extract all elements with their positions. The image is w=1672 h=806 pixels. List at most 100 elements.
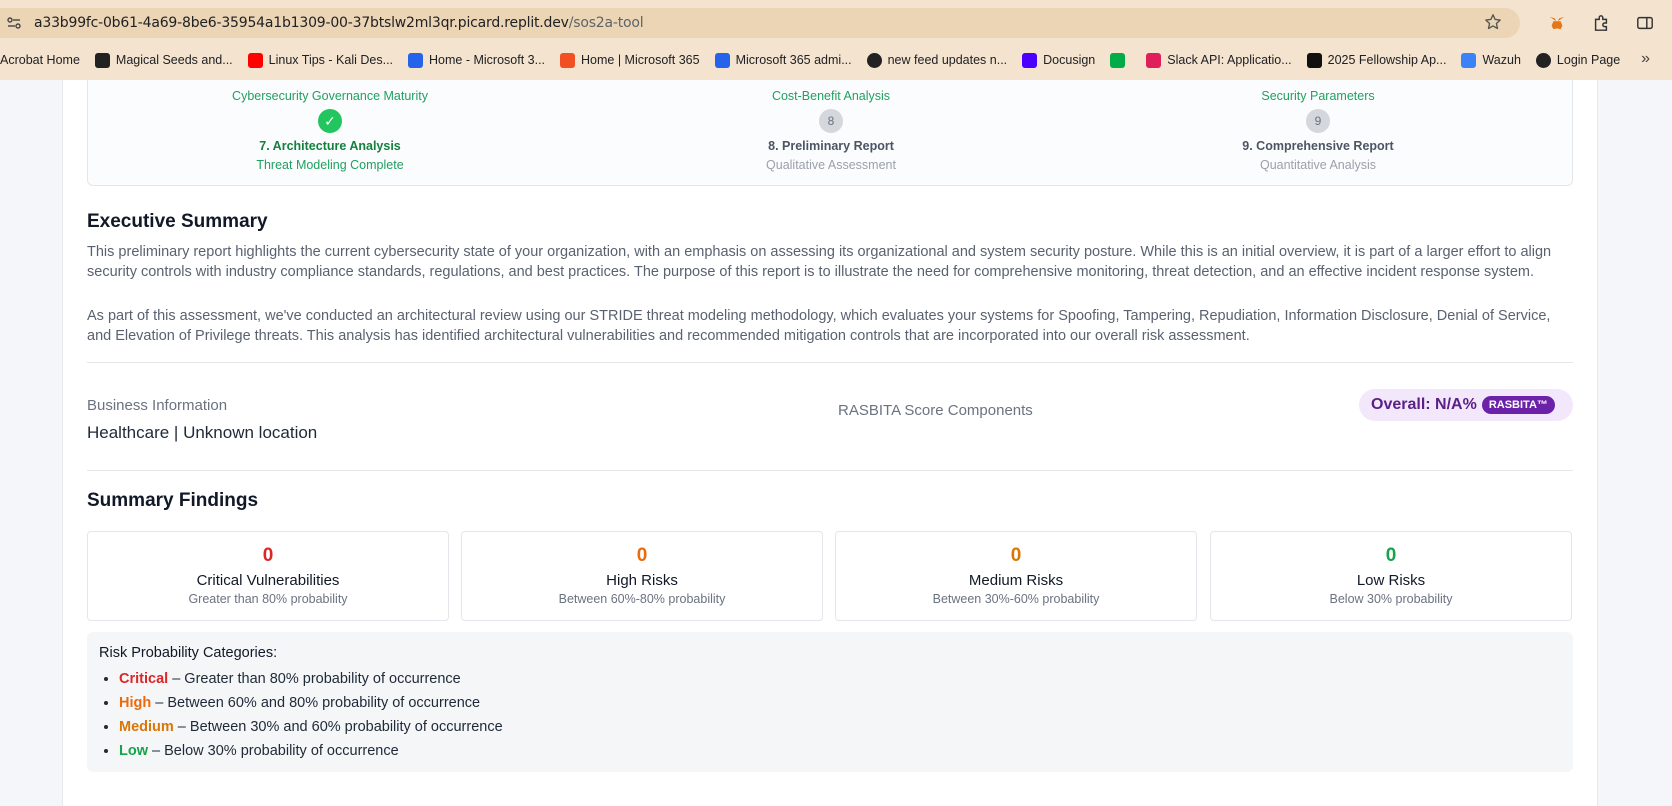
critical-vulnerabilities-card: 0 Critical Vulnerabilities Greater than … (87, 531, 449, 621)
bookmark-item[interactable]: Docusign (1022, 52, 1096, 68)
bookmark-star-icon[interactable] (1484, 13, 1504, 33)
step-subtitle: Quantitative Analysis (1259, 158, 1377, 172)
extensions-icon[interactable] (1590, 12, 1612, 34)
step-title: 7. Architecture Analysis (259, 139, 401, 153)
bookmark-item[interactable]: Wazuh (1461, 52, 1521, 68)
card-subtitle: Between 30%-60% probability (932, 592, 1100, 606)
youtube-icon (247, 52, 263, 68)
bookmark-item[interactable]: Microsoft 365 admi... (714, 52, 852, 68)
card-title: Critical Vulnerabilities (196, 572, 340, 589)
overall-score-pill: Overall: N/A% RASBITA™ (1359, 389, 1573, 421)
step-title: 9. Comprehensive Report (1242, 139, 1394, 153)
list-item: Critical – Greater than 80% probability … (119, 667, 1561, 691)
progress-stepper: Cybersecurity Governance Maturity Cost-B… (87, 80, 1573, 186)
bookmark-item[interactable]: 2025 Fellowship Ap... (1306, 52, 1447, 68)
low-risks-card: 0 Low Risks Below 30% probability (1210, 531, 1572, 621)
bookmark-label: Magical Seeds and... (115, 53, 233, 67)
url-path: /sos2a-tool (568, 15, 644, 31)
url-text[interactable]: a33b99fc-0b61-4a69-8be6-35954a1b1309-00-… (34, 15, 644, 31)
step-9[interactable]: 9 9. Comprehensive Report Quantitative A… (1118, 109, 1518, 172)
high-risks-card: 0 High Risks Between 60%-80% probability (461, 531, 823, 621)
executive-summary-paragraph-1: This preliminary report highlights the c… (87, 244, 1552, 280)
divider (87, 470, 1573, 471)
step-number: 9 (1306, 109, 1330, 133)
step-subtitle: Threat Modeling Complete (256, 158, 404, 172)
card-subtitle: Greater than 80% probability (188, 592, 348, 606)
metamask-extension-icon[interactable] (1546, 12, 1568, 34)
bookmark-label: Microsoft 365 admi... (735, 53, 852, 67)
list-item: High – Between 60% and 80% probability o… (119, 691, 1561, 715)
bookmark-item[interactable]: Acrobat Home (0, 53, 80, 67)
globe-icon (866, 52, 882, 68)
page-content: Cybersecurity Governance Maturity Cost-B… (0, 80, 1672, 806)
level-description: – Between 30% and 60% probability of occ… (173, 719, 503, 735)
wazuh-icon (1461, 52, 1477, 68)
bookmark-item[interactable]: Login Page (1535, 52, 1621, 68)
microsoft-icon (408, 52, 424, 68)
more-bookmarks-icon[interactable]: » (1641, 50, 1650, 68)
overall-score: Overall: N/A% (1371, 396, 1477, 413)
risk-probability-categories: Risk Probability Categories: Critical – … (87, 632, 1573, 772)
address-bar[interactable]: a33b99fc-0b61-4a69-8be6-35954a1b1309-00-… (0, 8, 1520, 38)
bookmark-item[interactable]: Home - Microsoft 3... (408, 52, 546, 68)
step-7[interactable]: ✓ 7. Architecture Analysis Threat Modeli… (130, 109, 530, 172)
step-8[interactable]: 8 8. Preliminary Report Qualitative Asse… (631, 109, 1031, 172)
executive-summary-heading: Executive Summary (87, 211, 268, 232)
bookmark-item[interactable]: new feed updates n... (866, 52, 1007, 68)
site-settings-icon[interactable] (2, 11, 26, 35)
level-description: – Between 60% and 80% probability of occ… (151, 695, 481, 711)
bookmark-label: Slack API: Applicatio... (1167, 53, 1292, 67)
medium-risks-card: 0 Medium Risks Between 30%-60% probabili… (835, 531, 1197, 621)
high-count: 0 (636, 545, 648, 566)
bookmark-item[interactable]: Home | Microsoft 365 (560, 52, 700, 68)
browser-chrome: a33b99fc-0b61-4a69-8be6-35954a1b1309-00-… (0, 0, 1672, 80)
bookmark-item[interactable]: Slack API: Applicatio... (1146, 52, 1292, 68)
level-low: Low (119, 743, 148, 759)
categories-title: Risk Probability Categories: (99, 645, 278, 661)
step-top-label-1: Cybersecurity Governance Maturity (232, 89, 428, 103)
report-card: Cybersecurity Governance Maturity Cost-B… (62, 80, 1598, 806)
bookmark-item[interactable]: Magical Seeds and... (94, 52, 233, 68)
summary-findings-heading: Summary Findings (87, 490, 259, 511)
card-subtitle: Between 60%-80% probability (558, 592, 726, 606)
level-critical: Critical (119, 671, 169, 687)
step-title: 8. Preliminary Report (768, 139, 894, 153)
bookmark-label: Linux Tips - Kali Des... (268, 53, 394, 67)
check-icon: ✓ (318, 109, 342, 133)
bookmark-label: Home | Microsoft 365 (581, 53, 700, 67)
bookmark-label: Wazuh (1482, 53, 1521, 67)
list-item: Low – Below 30% probability of occurrenc… (119, 739, 1561, 763)
card-title: High Risks (606, 572, 678, 589)
medium-count: 0 (1010, 545, 1022, 566)
microsoft365-icon (560, 52, 576, 68)
bookmark-label: 2025 Fellowship Ap... (1327, 53, 1447, 67)
meet-icon (1110, 52, 1126, 68)
bookmark-label: Login Page (1556, 53, 1621, 67)
fellowship-icon (1306, 52, 1322, 68)
rasbita-score-components-label: RASBITA Score Components (838, 402, 1033, 419)
level-description: – Below 30% probability of occurrence (148, 743, 399, 759)
divider (87, 362, 1573, 363)
bookmark-item[interactable] (1110, 52, 1131, 68)
business-information-value: Healthcare | Unknown location (87, 423, 318, 442)
bookmark-label: Home - Microsoft 3... (429, 53, 546, 67)
level-description: – Greater than 80% probability of occurr… (168, 671, 461, 687)
step-top-label-2: Cost-Benefit Analysis (771, 89, 891, 103)
seeds-icon (94, 52, 110, 68)
bookmarks-bar: Acrobat Home Magical Seeds and... Linux Ti… (0, 48, 1672, 72)
bookmark-label: Docusign (1043, 53, 1096, 67)
step-subtitle: Qualitative Assessment (766, 158, 896, 172)
card-subtitle: Below 30% probability (1329, 592, 1453, 606)
side-panel-icon[interactable] (1634, 12, 1656, 34)
docusign-icon (1022, 52, 1038, 68)
list-item: Medium – Between 30% and 60% probability… (119, 715, 1561, 739)
admin-icon (714, 52, 730, 68)
card-title: Medium Risks (968, 572, 1064, 589)
url-host: a33b99fc-0b61-4a69-8be6-35954a1b1309-00-… (34, 15, 569, 31)
executive-summary-paragraph-2: As part of this assessment, we've conduc… (87, 308, 1551, 344)
level-high: High (119, 695, 152, 711)
bookmark-item[interactable]: Linux Tips - Kali Des... (247, 52, 394, 68)
globe-icon (1535, 52, 1551, 68)
critical-count: 0 (262, 545, 274, 566)
slack-icon (1146, 52, 1162, 68)
